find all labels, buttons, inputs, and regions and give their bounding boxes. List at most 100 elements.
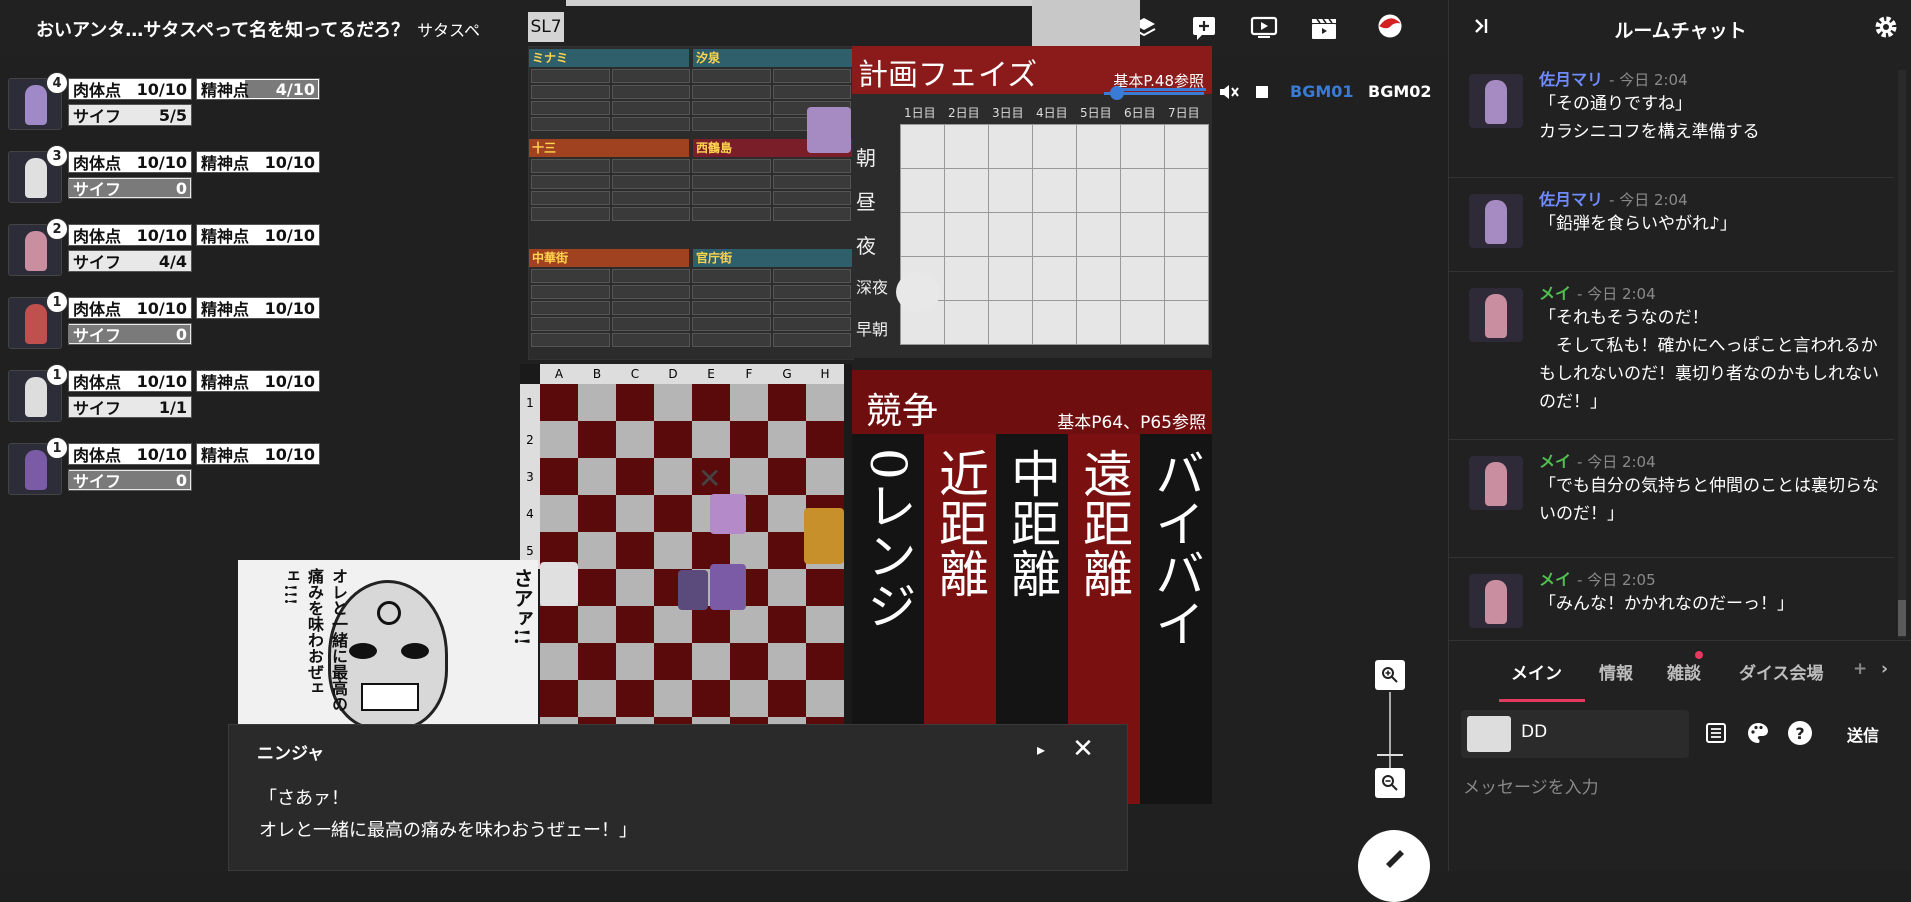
board-square[interactable] [654,680,692,717]
message-list[interactable]: 佐月マリ - 今日 2:04 「その通りですね」 カラシニコフを構え準備する 佐月マリ… [1449,56,1894,638]
board-square[interactable] [578,606,616,643]
list-icon[interactable] [1701,718,1731,748]
chat-message[interactable]: メイ - 今日 2:04 「それもそうなのだ！ そして私も！確かにへっぽこと言われる… [1449,280,1894,440]
board-square[interactable] [654,495,692,532]
token-character[interactable] [678,570,708,610]
board-square[interactable] [616,606,654,643]
screen-icon[interactable] [1250,14,1278,42]
board-square[interactable] [806,643,844,680]
token-character[interactable] [710,494,746,534]
zoom-track[interactable] [1389,692,1391,768]
chess-board[interactable]: A B C D E F G H 1 2 3 4 5 ✕ [520,364,852,754]
board-square[interactable] [616,495,654,532]
gear-icon[interactable] [1873,14,1901,42]
character-entry[interactable]: 1 肉体点 10/10 精神点 10/10 サイフ 1/1 [6,364,326,424]
board-square[interactable] [578,458,616,495]
board-square[interactable] [540,495,578,532]
board-square[interactable] [578,532,616,569]
tab-info[interactable]: 情報 [1599,659,1633,684]
zoom-knob[interactable] [1377,754,1403,756]
chat-message[interactable]: 佐月マリ - 今日 2:04 「その通りですね」 カラシニコフを構え準備する [1449,66,1894,178]
board-square[interactable] [540,384,578,421]
tab-add-button[interactable]: + [1853,659,1867,679]
chat-scroll-thumb[interactable] [1898,600,1906,636]
board-square[interactable] [616,421,654,458]
board-square[interactable] [616,569,654,606]
clapperboard-icon[interactable] [1310,14,1338,42]
character-entry[interactable]: 1 肉体点 10/10 精神点 10/10 サイフ 0 [6,291,326,351]
close-icon[interactable]: ✕ [1069,734,1097,764]
board-square[interactable] [768,680,806,717]
token-character[interactable] [807,107,851,153]
board-square[interactable] [540,643,578,680]
sender-select[interactable]: DD [1461,710,1689,758]
board-square[interactable] [692,606,730,643]
board-square[interactable] [768,569,806,606]
board-square[interactable] [654,606,692,643]
next-icon[interactable]: ▸ [1029,737,1053,761]
chat-message[interactable]: メイ - 今日 2:04 「でも自分の気持ちと仲間のことは裏切らないのだ！」 [1449,448,1894,558]
board-square[interactable] [654,643,692,680]
chat-message[interactable]: メイ - 今日 2:05 「みんな！かかれなのだーっ！」 [1449,566,1894,638]
board-square[interactable] [768,532,806,569]
board-square[interactable] [768,606,806,643]
board-square[interactable] [806,384,844,421]
board-square[interactable] [578,569,616,606]
board-square[interactable] [692,384,730,421]
board-square[interactable] [654,532,692,569]
board-square[interactable] [654,384,692,421]
dialog-box[interactable]: ニンジャ ▸ ✕ 「さあァ！ オレと一緒に最高の痛みを味わおうぜェー！」 [228,724,1128,871]
tab-dice[interactable]: ダイス会場 [1739,659,1824,684]
board-square[interactable] [806,569,844,606]
tab-main[interactable]: メイン [1511,659,1562,684]
board-square[interactable] [730,421,768,458]
chat-message[interactable]: 佐月マリ - 今日 2:04 「鉛弾を食らいやがれ♪」 [1449,186,1894,272]
bgm-track-2[interactable]: BGM02 [1368,82,1432,101]
board-square[interactable] [616,643,654,680]
board-square[interactable] [654,421,692,458]
tab-chat[interactable]: 雑談 [1667,659,1701,684]
gray-card[interactable] [1032,0,1140,50]
token-character[interactable] [540,562,578,606]
character-entry[interactable]: 3 肉体点 10/10 精神点 10/10 サイフ 0 [6,145,326,205]
board-square[interactable] [692,421,730,458]
map-board[interactable]: ミナミ 汐泉 十三 西鶴島 中華街 官庁街 [528,46,854,360]
add-message-icon[interactable] [1190,14,1218,42]
logo-icon[interactable] [1376,12,1404,40]
board-square[interactable] [768,384,806,421]
board-square[interactable] [616,384,654,421]
board-square[interactable] [692,680,730,717]
board-square[interactable] [654,458,692,495]
token-character[interactable] [710,564,746,610]
board-square[interactable] [730,680,768,717]
board-square[interactable] [806,680,844,717]
token-statue[interactable] [804,508,844,564]
board-square[interactable] [730,643,768,680]
bgm-track-1[interactable]: BGM01 [1290,82,1354,101]
character-entry[interactable]: 2 肉体点 10/10 精神点 10/10 サイフ 4/4 [6,218,326,278]
board-square[interactable] [578,384,616,421]
board-square[interactable] [578,680,616,717]
board-square[interactable] [540,458,578,495]
board-square[interactable] [616,680,654,717]
board-square[interactable] [616,458,654,495]
board-square[interactable] [806,458,844,495]
send-button[interactable]: 送信 [1847,722,1879,746]
board-square[interactable] [578,643,616,680]
token-dd[interactable] [896,272,940,312]
character-entry[interactable]: 1 肉体点 10/10 精神点 10/10 サイフ 0 [6,437,326,497]
board-square[interactable] [692,643,730,680]
message-input[interactable] [1461,768,1901,808]
chat-scrollbar[interactable] [1898,70,1906,638]
zoom-in-button[interactable] [1375,660,1405,690]
board-square[interactable] [768,458,806,495]
board-square[interactable] [806,606,844,643]
chevron-right-icon[interactable]: › [1881,659,1888,679]
board-square[interactable] [768,421,806,458]
zoom-out-button[interactable] [1375,768,1405,798]
sl-marker[interactable]: SL7 [528,12,564,42]
board-square[interactable] [768,643,806,680]
board-square[interactable] [806,421,844,458]
stop-icon[interactable] [1256,86,1268,98]
palette-icon[interactable] [1743,718,1773,748]
